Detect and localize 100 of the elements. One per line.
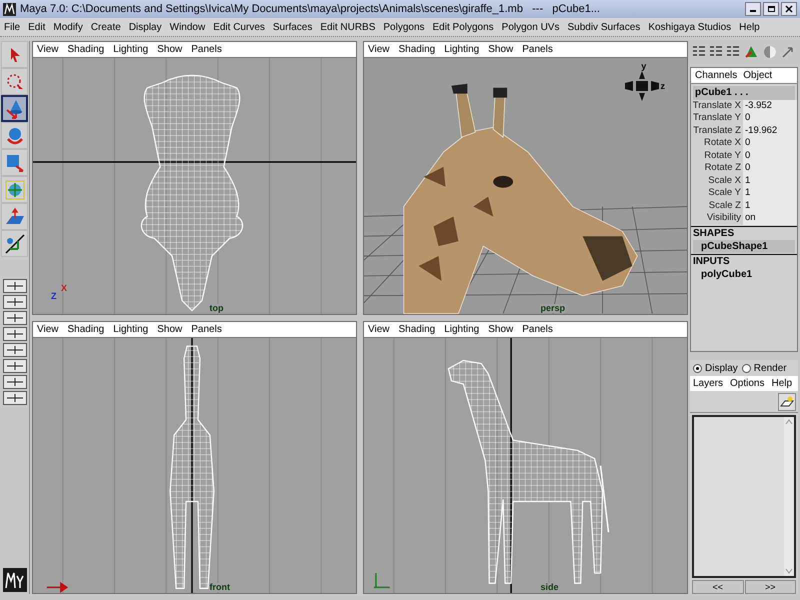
viewport-menu-item[interactable]: Shading [68, 42, 104, 57]
layer-menu-item[interactable]: Layers [693, 376, 724, 392]
new-layer-button[interactable] [778, 392, 796, 411]
menu-item[interactable]: File [4, 20, 20, 34]
show-manipulator-icon [4, 232, 26, 254]
layout-button[interactable] [2, 311, 26, 325]
viewport-menu-item[interactable]: Shading [398, 322, 436, 336]
menu-item[interactable]: Create [90, 20, 121, 34]
restore-button[interactable] [763, 2, 779, 16]
logo-icon [2, 568, 26, 592]
menu-item[interactable]: Edit Curves [213, 20, 265, 34]
menu-item[interactable]: Window [170, 20, 206, 34]
attribute-name: Translate Y [692, 112, 742, 125]
radio-button[interactable] [742, 364, 751, 373]
view-name-label: front [208, 583, 231, 592]
layout-button[interactable] [2, 375, 26, 389]
section-header: INPUTS [691, 254, 797, 268]
page-button[interactable]: >> [744, 580, 796, 594]
axis-label: z [660, 82, 665, 90]
radio-label: Display [705, 362, 738, 376]
axis-label: Z [51, 292, 56, 300]
attribute-name: Visibility [706, 212, 742, 225]
attribute-value-field[interactable]: 0 [743, 137, 797, 150]
layout-button[interactable] [2, 343, 26, 357]
minimize-button[interactable] [745, 2, 761, 16]
viewport-menu-item[interactable]: Show [157, 322, 182, 336]
viewport-menu-item[interactable]: View [37, 42, 58, 57]
layer-menu-item[interactable]: Options [730, 376, 764, 392]
menu-item[interactable]: Help [739, 20, 760, 34]
attribute-value-field[interactable]: 0 [743, 112, 797, 125]
attribute-value-field[interactable]: 1 [743, 200, 797, 212]
viewport-menu-item[interactable]: View [368, 42, 390, 57]
arrow-icon[interactable] [781, 44, 795, 59]
viewport-menu-item[interactable]: Show [488, 42, 514, 57]
viewport-menu-item[interactable]: Panels [522, 322, 553, 336]
view-name-label: persp [540, 304, 566, 312]
menu-item[interactable]: Modify [53, 20, 83, 34]
shading-icon[interactable] [762, 44, 778, 60]
viewport-menu-item[interactable]: Show [157, 42, 182, 57]
attribute-value-field[interactable]: 1 [743, 174, 797, 188]
viewport-menu-item[interactable]: Lighting [444, 322, 480, 336]
layout-button[interactable] [2, 327, 26, 341]
radio-label: Render [754, 362, 787, 376]
menu-item[interactable]: Surfaces [272, 20, 312, 34]
axis-label: X [61, 284, 68, 292]
menu-item[interactable]: Edit NURBS [320, 20, 376, 34]
channel-menu-item[interactable]: Object [743, 68, 772, 83]
viewport-menu-item[interactable]: Panels [522, 42, 553, 57]
menu-item[interactable]: Edit Polygons [432, 20, 494, 34]
menu-item[interactable]: Edit [28, 20, 46, 34]
tool-button[interactable] [1, 230, 28, 257]
menu-item[interactable]: Display [128, 20, 162, 34]
input-node[interactable]: polyCube1 [691, 268, 797, 281]
viewport-menu-item[interactable]: Show [488, 322, 514, 336]
layer-menu-item[interactable]: Help [771, 376, 792, 392]
viewport-menu-item[interactable]: View [368, 322, 390, 336]
layout-button[interactable] [2, 295, 26, 309]
attribute-name: Rotate Y [703, 150, 742, 162]
viewport-menu-item[interactable]: Shading [398, 42, 436, 57]
attribute-name: Scale Z [708, 200, 742, 212]
axis-label: y [641, 62, 646, 71]
layout-button[interactable] [2, 279, 26, 293]
page-button[interactable]: << [692, 580, 744, 594]
close-button[interactable] [781, 2, 797, 16]
radio-button[interactable] [693, 364, 702, 373]
lasso-icon [4, 72, 24, 92]
viewport-menu-item[interactable]: Panels [191, 322, 222, 336]
view-name-label: side [540, 583, 560, 592]
attribute-name: Rotate Z [704, 162, 742, 175]
close-icon [785, 5, 793, 13]
menu-item[interactable]: Koshigaya Studios [648, 20, 732, 34]
attribute-value-field[interactable]: on [743, 212, 797, 225]
globe-manipulator-icon [4, 178, 26, 200]
attribute-value-field[interactable]: -19.962 [743, 124, 797, 138]
channel-menu-item[interactable]: Channels [695, 68, 738, 83]
attribute-value-field[interactable]: 1 [743, 187, 797, 200]
menu-item[interactable]: Polygon UVs [502, 20, 560, 34]
view-cube-icon [622, 71, 660, 101]
attribute-value-field[interactable]: 0 [743, 150, 797, 162]
viewport-menu-item[interactable]: View [37, 322, 58, 336]
menu-item[interactable]: Polygons [383, 20, 425, 34]
tool-button[interactable] [1, 95, 28, 122]
viewport-menu-item[interactable]: Shading [68, 322, 104, 336]
viewport-menu-item[interactable]: Lighting [113, 42, 148, 57]
attribute-name: Rotate X [703, 137, 742, 150]
axis-icon [46, 581, 68, 592]
layout-button[interactable] [2, 391, 26, 405]
layout-button[interactable] [2, 359, 26, 373]
attribute-value-field[interactable]: 0 [743, 162, 797, 175]
object-name: pCube1 . . . [693, 86, 795, 100]
shape-node[interactable]: pCubeShape1 [693, 240, 795, 253]
viewport-menu-item[interactable]: Panels [191, 42, 222, 57]
viewport-menu-item[interactable]: Lighting [444, 42, 480, 57]
axis-icon [373, 572, 391, 588]
menu-item[interactable]: Subdiv Surfaces [567, 20, 640, 34]
attribute-value-field[interactable]: -3.952 [743, 100, 797, 112]
attribute-name: Scale Y [707, 187, 742, 200]
attribute-name: Scale X [707, 174, 742, 188]
app-icon [3, 2, 16, 16]
viewport-menu-item[interactable]: Lighting [113, 322, 148, 336]
